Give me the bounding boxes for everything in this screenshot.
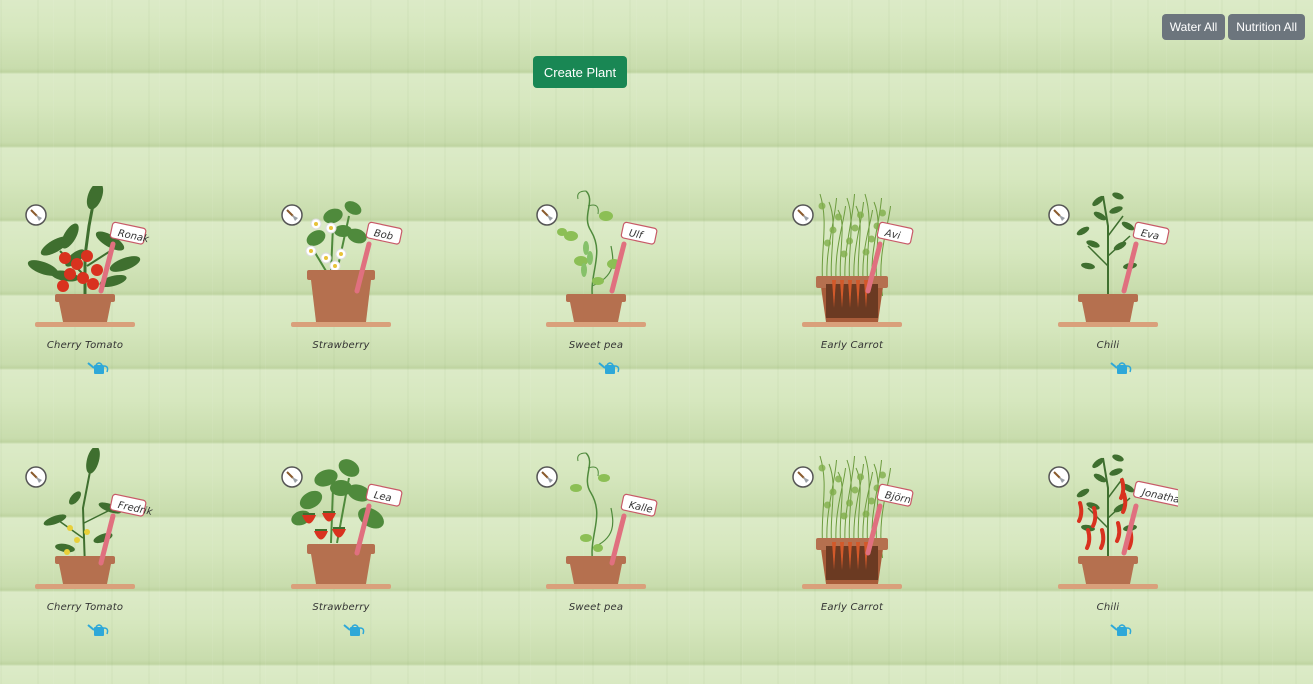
plant-card[interactable]: Ronak Cherry Tomato (15, 186, 155, 386)
trowel-icon[interactable] (792, 204, 814, 226)
plant-species-label: Sweet pea (568, 602, 624, 613)
plant-species-label: Early Carrot (820, 602, 884, 613)
plant-card[interactable]: Lea Strawberry (271, 448, 411, 648)
owner-tag: Lea (373, 490, 393, 504)
plant-card[interactable]: Avi Early Carrot (782, 186, 922, 386)
trowel-icon[interactable] (1048, 466, 1070, 488)
watering-can-icon[interactable] (1110, 360, 1132, 376)
plant-species-label: Early Carrot (820, 340, 884, 351)
watering-can-icon[interactable] (1110, 622, 1132, 638)
trowel-icon[interactable] (25, 466, 47, 488)
plant-species-label: Strawberry (312, 340, 370, 351)
watering-can-icon[interactable] (87, 622, 109, 638)
plant-card[interactable]: Eva Chili (1038, 186, 1178, 386)
watering-can-icon[interactable] (343, 622, 365, 638)
plant-species-label: Sweet pea (568, 340, 624, 351)
plant-card[interactable]: Ulf Sweet pea (526, 186, 666, 386)
trowel-icon[interactable] (281, 204, 303, 226)
watering-can-icon[interactable] (87, 360, 109, 376)
plant-card[interactable]: Fredrik Cherry Tomato (15, 448, 155, 648)
plant-species-label: Cherry Tomato (46, 602, 124, 613)
plant-species-label: Chili (1096, 340, 1120, 351)
plant-species-label: Chili (1096, 602, 1120, 613)
toolbar: Water All Nutrition All (1161, 14, 1305, 40)
plant-card[interactable]: Bob Strawberry (271, 186, 411, 386)
trowel-icon[interactable] (1048, 204, 1070, 226)
create-plant-button[interactable]: Create Plant (533, 56, 627, 88)
watering-can-icon[interactable] (598, 360, 620, 376)
trowel-icon[interactable] (536, 204, 558, 226)
plant-card[interactable]: Björn Early Carrot (782, 448, 922, 648)
trowel-icon[interactable] (792, 466, 814, 488)
plant-species-label: Strawberry (312, 602, 370, 613)
plant-card[interactable]: Kalle Sweet pea (526, 448, 666, 648)
plant-card[interactable]: Jonathan H Chili (1038, 448, 1178, 648)
nutrition-all-button[interactable]: Nutrition All (1228, 14, 1305, 40)
trowel-icon[interactable] (25, 204, 47, 226)
owner-tag: Eva (1140, 228, 1160, 243)
water-all-button[interactable]: Water All (1161, 14, 1226, 40)
trowel-icon[interactable] (281, 466, 303, 488)
plant-species-label: Cherry Tomato (46, 340, 124, 351)
trowel-icon[interactable] (536, 466, 558, 488)
